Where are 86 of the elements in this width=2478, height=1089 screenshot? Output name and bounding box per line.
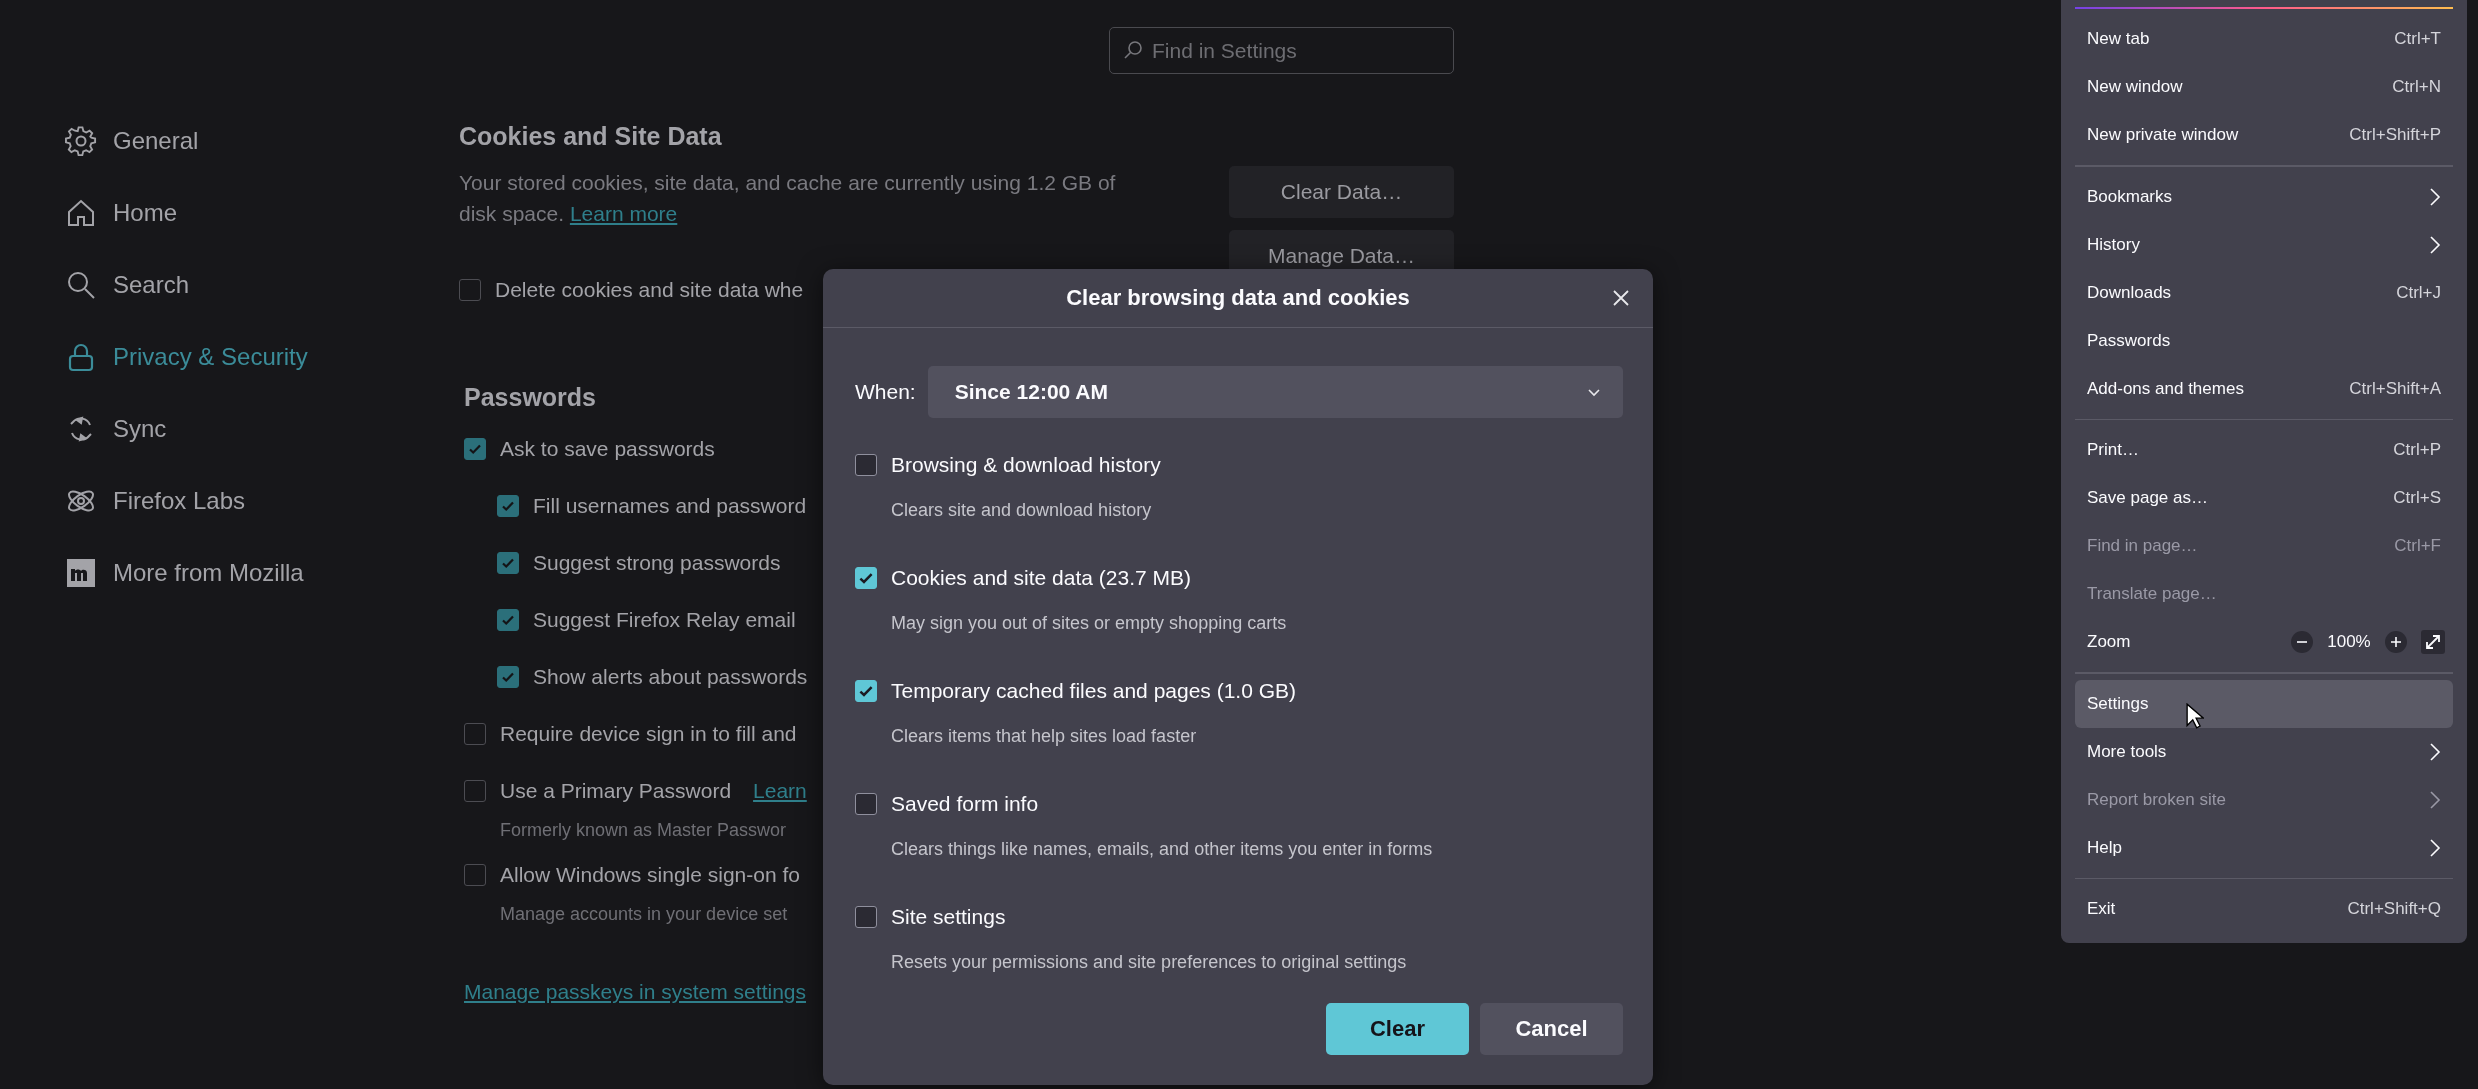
- sidebar-item[interactable]: Search: [65, 249, 459, 321]
- when-label: When:: [855, 380, 916, 404]
- home-icon: [65, 197, 97, 229]
- menu-item[interactable]: More tools: [2075, 727, 2453, 776]
- checkbox[interactable]: [497, 665, 519, 688]
- checkbox[interactable]: [464, 863, 486, 886]
- menu-item[interactable]: New private window Ctrl+Shift+P: [2075, 111, 2453, 159]
- chevron-right-icon: [2429, 789, 2441, 810]
- description-text: Your stored cookies, site data, and cache are currently using 1.2 GB of disk space. Learn more: [459, 170, 1117, 227]
- option-label: Temporary cached files and pages (1.0 GB): [891, 679, 1297, 703]
- chevron-right-icon: [2429, 741, 2441, 762]
- menu-item[interactable]: Print… Ctrl+P: [2075, 426, 2453, 474]
- option-note: Formerly known as Master Passwor: [499, 819, 787, 842]
- menu-item[interactable]: Downloads Ctrl+J: [2075, 268, 2453, 317]
- clear-button[interactable]: Clear: [1326, 1003, 1469, 1055]
- menu-item[interactable]: Passwords: [2075, 316, 2453, 365]
- option-label: Browsing & download history: [891, 453, 1161, 477]
- option-label: Site settings: [891, 905, 1006, 929]
- checkbox[interactable]: [497, 608, 519, 631]
- learn-more-link[interactable]: Learn more: [569, 202, 678, 225]
- menu-item[interactable]: Save page as… Ctrl+S: [2075, 474, 2453, 522]
- search-icon: [1123, 40, 1143, 60]
- menu-item[interactable]: Exit Ctrl+Shift+Q: [2075, 885, 2453, 933]
- zoom-in-icon[interactable]: [2385, 631, 2407, 653]
- option-note: Manage accounts in your device set: [499, 903, 788, 926]
- time-range-dropdown[interactable]: Since 12:00 AM: [927, 366, 1623, 418]
- checkbox[interactable]: [497, 551, 519, 574]
- learn-more-link[interactable]: Learn: [753, 778, 807, 803]
- checkbox[interactable]: [855, 906, 877, 928]
- checkbox[interactable]: [855, 567, 877, 589]
- menu-item[interactable]: Zoom 100%: [2075, 618, 2453, 666]
- menu-item[interactable]: New window Ctrl+N: [2075, 63, 2453, 111]
- checkbox[interactable]: [855, 454, 877, 476]
- zoom-level: 100%: [2327, 632, 2371, 652]
- checkbox[interactable]: [497, 494, 519, 517]
- checkbox[interactable]: [855, 680, 877, 702]
- option-description: Clears things like names, emails, and other items you enter in forms: [890, 838, 1434, 861]
- menu-item[interactable]: Add-ons and themes Ctrl+Shift+A: [2075, 364, 2453, 413]
- checkbox[interactable]: [464, 437, 486, 460]
- menu-item[interactable]: Settings: [2075, 679, 2453, 728]
- option-label: Saved form info: [891, 792, 1039, 816]
- option-description: Clears items that help sites load faster: [890, 725, 1198, 748]
- section-heading: Passwords: [464, 383, 596, 412]
- menu-item[interactable]: History: [2075, 220, 2453, 269]
- option-description: Resets your permissions and site preferences to original settings: [890, 951, 1408, 974]
- cancel-button[interactable]: Cancel: [1480, 1003, 1623, 1055]
- section-heading: Cookies and Site Data: [459, 122, 722, 151]
- close-icon[interactable]: [1611, 288, 1631, 308]
- checkbox[interactable]: [855, 793, 877, 815]
- option-label: Cookies and site data (23.7 MB): [891, 566, 1191, 590]
- sidebar-item[interactable]: Home: [65, 177, 459, 249]
- chevron-right-icon: [2429, 186, 2441, 207]
- search-field[interactable]: Find in Settings: [1109, 27, 1454, 74]
- sidebar-item[interactable]: Privacy & Security: [65, 321, 459, 393]
- sidebar-item[interactable]: General: [65, 105, 459, 177]
- search-icon: [65, 269, 97, 301]
- dialog-title: Clear browsing data and cookies: [1066, 285, 1410, 311]
- menu-item[interactable]: Bookmarks: [2075, 172, 2453, 221]
- chevron-right-icon: [2429, 234, 2441, 255]
- menu-item[interactable]: New tab Ctrl+T: [2075, 15, 2453, 63]
- option-label: Allow Windows single sign-on fo: [500, 862, 800, 887]
- mouse-cursor-icon: [2186, 703, 2204, 730]
- checkbox[interactable]: [459, 279, 481, 301]
- data-button[interactable]: Clear Data…: [1229, 166, 1454, 218]
- checkbox[interactable]: [464, 779, 486, 802]
- sidebar-item[interactable]: Sync: [65, 393, 459, 465]
- checkbox[interactable]: [464, 722, 486, 745]
- option-label: Require device sign in to fill and: [500, 721, 797, 746]
- option-label: Ask to save passwords: [500, 436, 715, 461]
- option-label: Use a Primary Password: [500, 778, 732, 803]
- option-label: Suggest strong passwords: [533, 550, 781, 575]
- option-label: Delete cookies and site data whe: [495, 278, 804, 302]
- passkeys-link[interactable]: Manage passkeys in system settings: [464, 980, 806, 1004]
- option-label: Suggest Firefox Relay email: [533, 607, 796, 632]
- sidebar-item[interactable]: More from Mozilla: [65, 537, 459, 609]
- zoom-out-icon[interactable]: [2291, 631, 2313, 653]
- option-description: May sign you out of sites or empty shopping carts: [890, 612, 1288, 635]
- m-logo-icon: [65, 557, 97, 589]
- fullscreen-icon[interactable]: [2421, 630, 2445, 654]
- sidebar-item[interactable]: Firefox Labs: [65, 465, 459, 537]
- option-description: Clears site and download history: [890, 499, 1153, 522]
- menu-item[interactable]: Help: [2075, 823, 2453, 872]
- gear-icon: [65, 125, 97, 157]
- option-label: Show alerts about passwords: [533, 664, 808, 689]
- chevron-right-icon: [2429, 837, 2441, 858]
- option-label: Fill usernames and password: [533, 493, 807, 518]
